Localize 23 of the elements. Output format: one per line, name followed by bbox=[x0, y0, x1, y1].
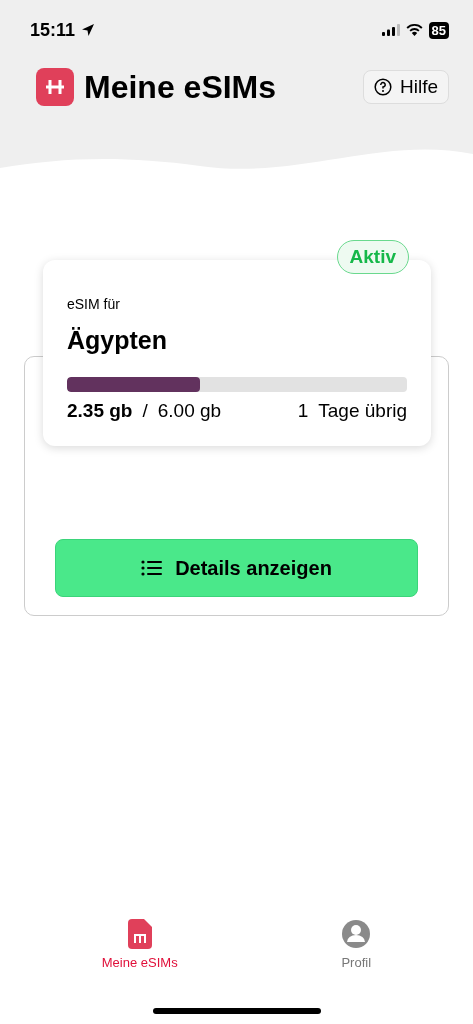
signal-icon bbox=[381, 24, 400, 36]
battery-level: 85 bbox=[428, 21, 449, 39]
wifi-icon bbox=[405, 24, 423, 36]
location-arrow-icon bbox=[81, 23, 96, 37]
page-title: Meine eSIMs bbox=[84, 68, 277, 106]
profile-icon bbox=[341, 919, 372, 949]
tab[interactable]: Profil bbox=[335, 918, 378, 988]
status-badge: Aktiv bbox=[336, 240, 409, 274]
total-data: 6.00 gb bbox=[157, 400, 222, 422]
logo-icon bbox=[36, 68, 74, 106]
sim-card-icon bbox=[127, 919, 152, 949]
list-icon bbox=[141, 560, 164, 576]
details-button[interactable]: Details anzeigen bbox=[55, 539, 418, 597]
help-button[interactable]: Hilfe bbox=[363, 70, 449, 104]
question-icon bbox=[374, 78, 392, 96]
used-data: 2.35 gb bbox=[67, 400, 133, 422]
days-count: 1 bbox=[297, 400, 309, 422]
country-name: Ägypten bbox=[67, 326, 168, 355]
days-label: Tage übrig bbox=[318, 400, 407, 422]
status-time: 15:11 bbox=[30, 19, 76, 41]
esim-label: eSIM für bbox=[67, 296, 121, 312]
tab[interactable]: Meine eSIMs bbox=[95, 918, 184, 988]
separator: / bbox=[142, 400, 148, 422]
